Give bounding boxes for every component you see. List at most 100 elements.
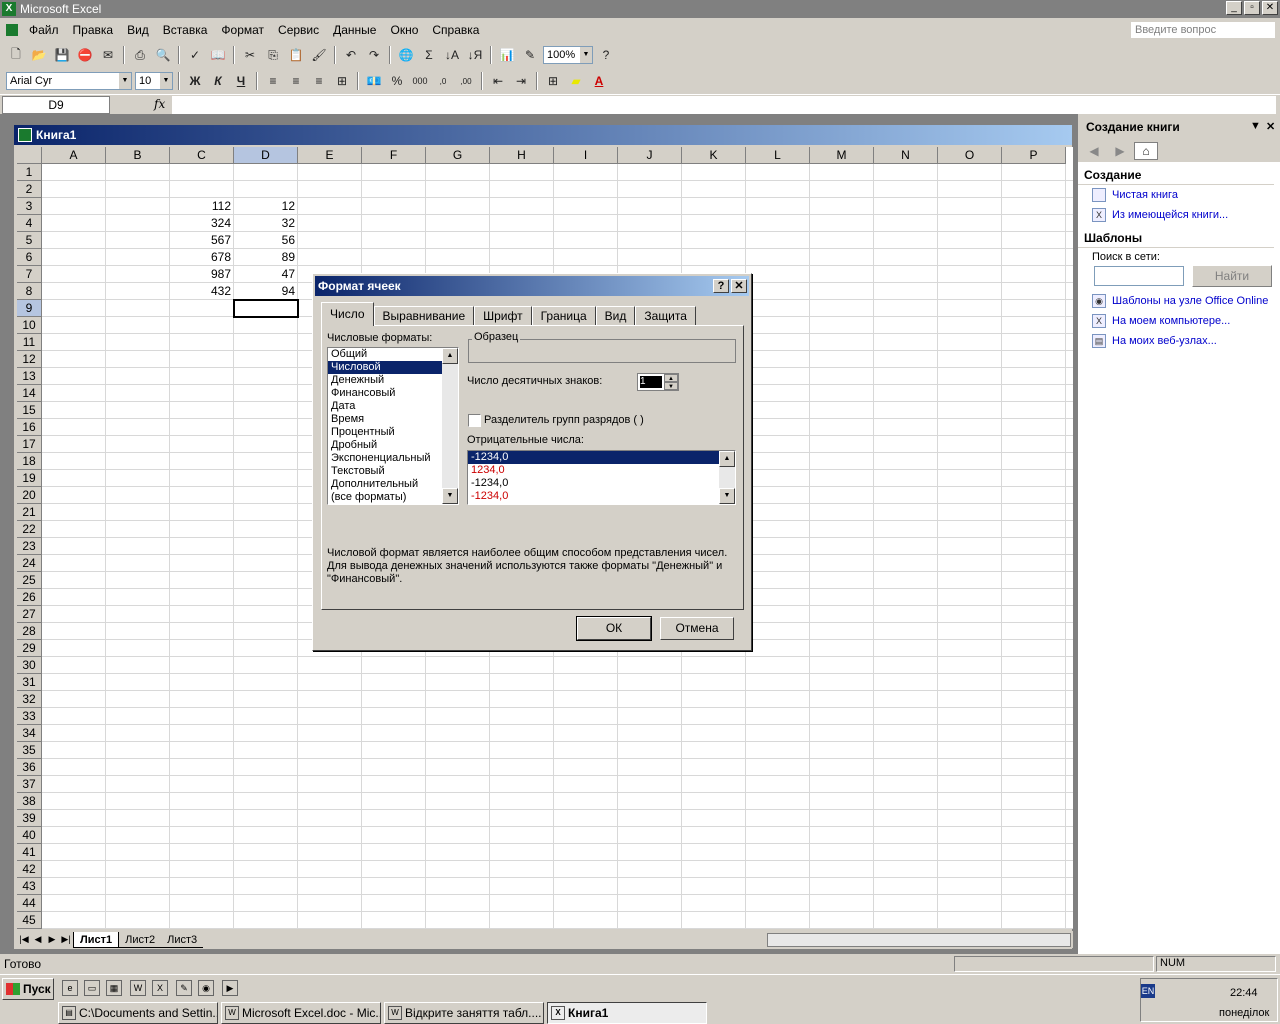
column-header[interactable]: M: [810, 147, 874, 164]
row-header[interactable]: 16: [17, 419, 42, 436]
column-header[interactable]: F: [362, 147, 426, 164]
align-right-icon[interactable]: ≡: [309, 71, 329, 91]
row-header[interactable]: 45: [17, 912, 42, 929]
open-icon[interactable]: 📂: [29, 45, 49, 65]
horizontal-scrollbar[interactable]: [767, 933, 1071, 947]
row-header[interactable]: 7: [17, 266, 42, 283]
row-header[interactable]: 42: [17, 861, 42, 878]
help-search-input[interactable]: Введите вопрос: [1130, 21, 1276, 39]
format-option[interactable]: Общий: [328, 348, 458, 361]
row-header[interactable]: 8: [17, 283, 42, 300]
column-header[interactable]: A: [42, 147, 106, 164]
tab-patterns[interactable]: Вид: [595, 306, 636, 326]
negative-list-scrollbar[interactable]: ▲ ▼: [719, 451, 735, 504]
menu-data[interactable]: Данные: [326, 23, 383, 37]
row-header[interactable]: 38: [17, 793, 42, 810]
dialog-help-button[interactable]: ?: [713, 279, 729, 293]
menu-edit[interactable]: Правка: [66, 23, 121, 37]
underline-button[interactable]: Ч: [231, 71, 251, 91]
column-header[interactable]: O: [938, 147, 1002, 164]
last-sheet-icon[interactable]: ▶|: [59, 934, 73, 945]
cell[interactable]: 678: [170, 249, 234, 266]
chart-wizard-icon[interactable]: 📊: [497, 45, 517, 65]
row-header[interactable]: 32: [17, 691, 42, 708]
start-button[interactable]: Пуск: [2, 978, 54, 1000]
format-option[interactable]: Дробный: [328, 439, 458, 452]
cell[interactable]: 432: [170, 283, 234, 300]
word-icon[interactable]: W: [130, 980, 146, 996]
font-color-icon[interactable]: A: [589, 71, 609, 91]
cell[interactable]: 47: [234, 266, 298, 283]
row-header[interactable]: 4: [17, 215, 42, 232]
excel-icon[interactable]: X: [152, 980, 168, 996]
row-header[interactable]: 10: [17, 317, 42, 334]
row-header[interactable]: 31: [17, 674, 42, 691]
document-menu-icon[interactable]: [6, 24, 18, 36]
scroll-up-icon[interactable]: ▲: [719, 451, 735, 467]
row-header[interactable]: 24: [17, 555, 42, 572]
row-header[interactable]: 34: [17, 725, 42, 742]
borders-icon[interactable]: ⊞: [543, 71, 563, 91]
row-header[interactable]: 28: [17, 623, 42, 640]
format-list-scrollbar[interactable]: ▲ ▼: [442, 348, 458, 504]
format-option[interactable]: Процентный: [328, 426, 458, 439]
format-option[interactable]: Текстовый: [328, 465, 458, 478]
format-option[interactable]: Числовой: [328, 361, 458, 374]
row-header[interactable]: 15: [17, 402, 42, 419]
spin-down-icon[interactable]: ▼: [664, 382, 678, 390]
my-computer-link[interactable]: X На моем компьютере...: [1078, 311, 1280, 331]
row-header[interactable]: 25: [17, 572, 42, 589]
column-header[interactable]: H: [490, 147, 554, 164]
tab-alignment[interactable]: Выравнивание: [373, 306, 475, 326]
cell[interactable]: 89: [234, 249, 298, 266]
negative-numbers-list[interactable]: -1234,0 1234,0 -1234,0 -1234,0 ▲ ▼: [467, 450, 736, 505]
cell[interactable]: 56: [234, 232, 298, 249]
sheet-tab-3[interactable]: Лист3: [161, 932, 204, 948]
menu-view[interactable]: Вид: [120, 23, 156, 37]
row-header[interactable]: 2: [17, 181, 42, 198]
research-icon[interactable]: 📖: [208, 45, 228, 65]
format-option[interactable]: Финансовый: [328, 387, 458, 400]
column-header[interactable]: G: [426, 147, 490, 164]
row-header[interactable]: 20: [17, 487, 42, 504]
from-existing-link[interactable]: X Из имеющейся книги...: [1078, 205, 1280, 225]
row-header[interactable]: 6: [17, 249, 42, 266]
ie-icon[interactable]: e: [62, 980, 78, 996]
undo-icon[interactable]: ↶: [341, 45, 361, 65]
format-option[interactable]: Дополнительный: [328, 478, 458, 491]
bold-button[interactable]: Ж: [185, 71, 205, 91]
insert-function-icon[interactable]: fx: [154, 97, 165, 111]
cancel-button[interactable]: Отмена: [660, 617, 734, 640]
row-header[interactable]: 39: [17, 810, 42, 827]
row-header[interactable]: 26: [17, 589, 42, 606]
font-select[interactable]: Arial Cyr ▼: [6, 72, 132, 90]
row-header[interactable]: 29: [17, 640, 42, 657]
row-header[interactable]: 1: [17, 164, 42, 181]
row-header[interactable]: 44: [17, 895, 42, 912]
format-option[interactable]: Экспоненциальный: [328, 452, 458, 465]
drawing-icon[interactable]: ✎: [520, 45, 540, 65]
column-header[interactable]: P: [1002, 147, 1066, 164]
column-header[interactable]: N: [874, 147, 938, 164]
paste-icon[interactable]: 📋: [286, 45, 306, 65]
ok-button[interactable]: ОК: [576, 616, 652, 641]
sort-ascending-icon[interactable]: ↓A: [442, 45, 462, 65]
find-button[interactable]: Найти: [1192, 265, 1272, 287]
row-header[interactable]: 23: [17, 538, 42, 555]
taskbar-item-explorer[interactable]: ▤ C:\Documents and Settin...: [58, 1002, 218, 1024]
taskbar-item-excel[interactable]: X Книга1: [547, 1002, 707, 1024]
select-all-corner[interactable]: [17, 147, 42, 164]
menu-help[interactable]: Справка: [425, 23, 486, 37]
thousands-separator-checkbox[interactable]: [468, 414, 481, 427]
tab-border[interactable]: Граница: [531, 306, 596, 326]
app-icon[interactable]: ✎: [176, 980, 192, 996]
autosum-icon[interactable]: Σ: [419, 45, 439, 65]
cell[interactable]: 324: [170, 215, 234, 232]
copy-icon[interactable]: ⎘: [263, 45, 283, 65]
back-icon[interactable]: ◀: [1082, 142, 1106, 160]
menu-insert[interactable]: Вставка: [156, 23, 215, 37]
column-header[interactable]: E: [298, 147, 362, 164]
fill-color-icon[interactable]: ▰: [566, 71, 586, 91]
merge-center-icon[interactable]: ⊞: [332, 71, 352, 91]
sheet-tab-2[interactable]: Лист2: [119, 932, 162, 948]
